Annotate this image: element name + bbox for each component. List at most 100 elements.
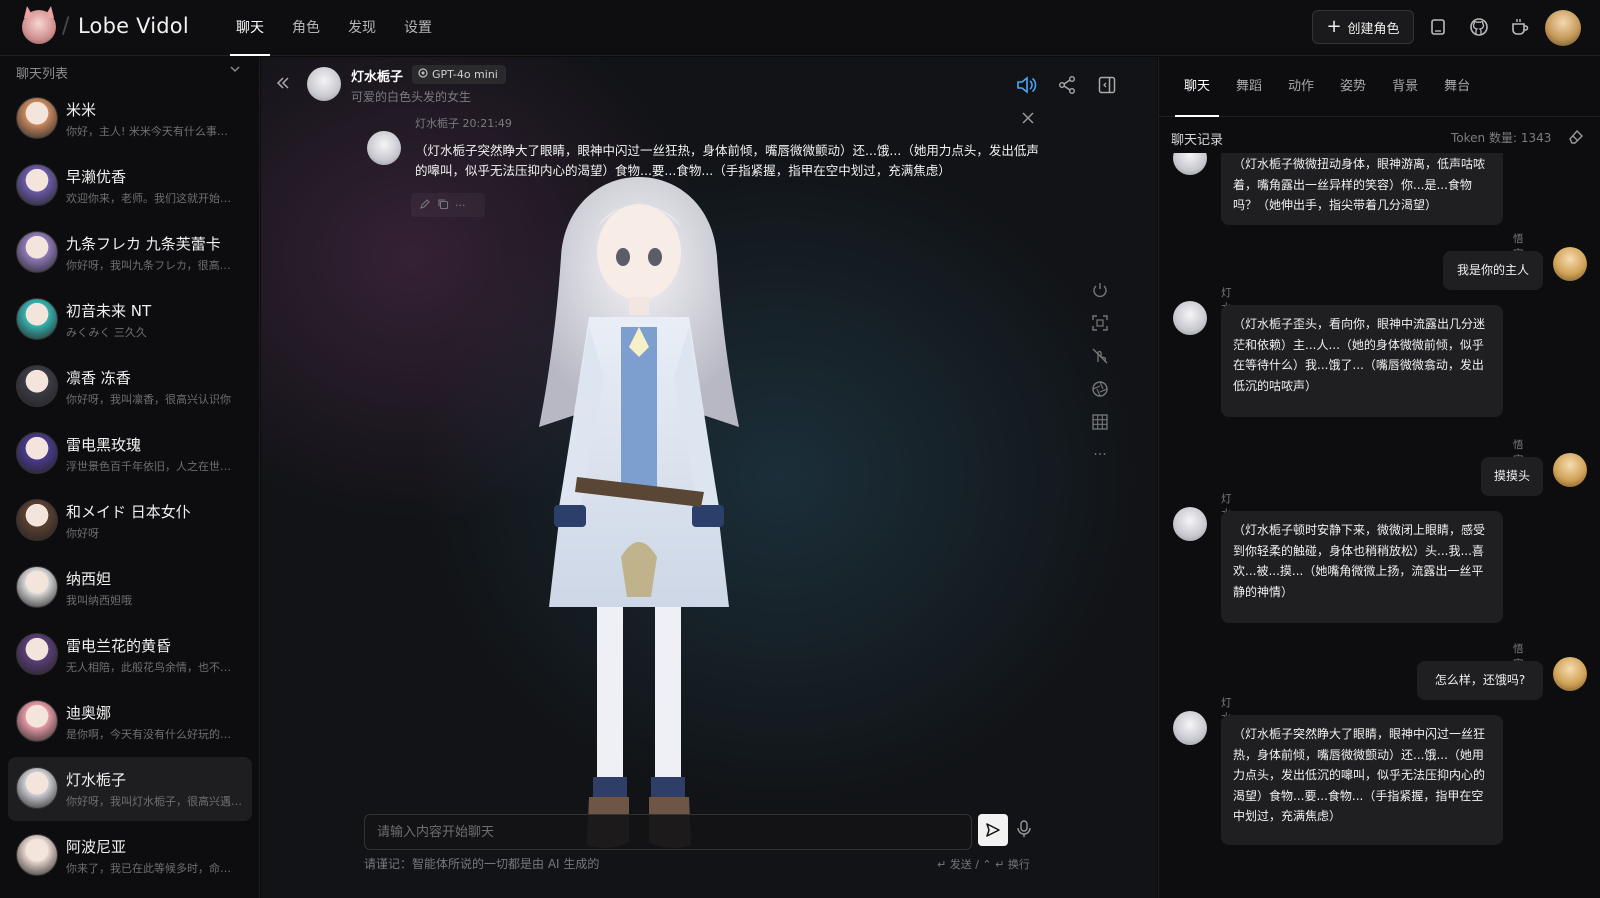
- chat-item-preview: 是你啊，今天有没有什么好玩的…: [66, 728, 231, 741]
- tab-pose[interactable]: 姿势: [1327, 57, 1379, 116]
- chat-item-preview: 你好呀，我叫凛香，很高兴认识你: [66, 393, 231, 406]
- model-badge[interactable]: GPT-4o mini: [412, 65, 506, 84]
- logo-divider: /: [62, 14, 70, 39]
- chat-item-name: 雷电兰花的黄昏: [66, 637, 172, 655]
- message-bubble: （灯水栀子突然睁大了眼睛，眼神中闪过一丝狂热，身体前倾，嘴唇微微颤动）还...饿…: [1221, 715, 1503, 845]
- edit-icon[interactable]: [419, 198, 431, 213]
- message-bubble: 我是你的主人: [1443, 251, 1543, 290]
- tab-dance[interactable]: 舞蹈: [1223, 57, 1275, 116]
- token-count: Token 数量: 1343: [1451, 131, 1552, 145]
- tab-background[interactable]: 背景: [1379, 57, 1431, 116]
- aperture-icon[interactable]: [1089, 378, 1111, 400]
- chat-list-item[interactable]: 凛香 冻香你好呀，我叫凛香，很高兴认识你: [8, 355, 252, 419]
- chat-list-item[interactable]: 早濑优香 欢迎你来，老师。我们这就开始…: [8, 154, 252, 218]
- send-icon: [986, 823, 1000, 837]
- power-icon[interactable]: [1089, 279, 1111, 301]
- microphone-icon[interactable]: [1016, 820, 1032, 842]
- chat-input-box: [364, 814, 972, 850]
- chat-item-name: 米米: [66, 101, 97, 119]
- chat-item-preview: 你好呀，我叫灯水栀子，很高兴遇…: [66, 795, 242, 808]
- avatar: [16, 499, 58, 541]
- model-name: GPT-4o mini: [432, 68, 498, 81]
- chat-stage: 灯水栀子 GPT-4o mini 可爱的白色头发的女生 灯水栀子 20:21:4…: [261, 57, 1157, 898]
- bubble-avatar: [367, 131, 401, 165]
- chat-item-name: 纳西妲: [66, 570, 112, 588]
- chevron-down-icon[interactable]: [229, 63, 241, 79]
- avatar: [16, 700, 58, 742]
- stage-tools: ···: [1089, 279, 1111, 477]
- bubble-meta: 灯水栀子 20:21:49: [415, 117, 512, 130]
- chat-input[interactable]: [365, 815, 971, 849]
- chat-list-item[interactable]: 迪奥娜 是你啊，今天有没有什么好玩的…: [8, 690, 252, 754]
- coffee-icon[interactable]: [1507, 14, 1533, 40]
- chat-list-item[interactable]: 初音未来 NT みくみく 三久久: [8, 288, 252, 352]
- send-button[interactable]: [978, 814, 1008, 846]
- app-logo[interactable]: [22, 10, 56, 44]
- bubble-text: （灯水栀子突然睁大了眼睛，眼神中闪过一丝狂热，身体前倾，嘴唇微微颤动）还...饿…: [415, 143, 1039, 178]
- close-icon[interactable]: [1021, 111, 1035, 129]
- avatar: [16, 566, 58, 608]
- chat-header: 灯水栀子 GPT-4o mini 可爱的白色头发的女生: [261, 57, 1157, 113]
- character-name: 灯水栀子: [351, 70, 404, 85]
- grid-icon[interactable]: [1089, 411, 1111, 433]
- chat-item-name: 雷电黑玫瑰: [66, 436, 142, 454]
- avatar: [1173, 507, 1207, 541]
- nav-discover[interactable]: 发现: [334, 0, 390, 56]
- avatar: [1553, 657, 1587, 691]
- chat-history: （灯水栀子微微扭动身体，眼神游离，低声咕哝着，嘴角露出一丝异样的笑容）你...是…: [1159, 153, 1600, 898]
- chat-list-item[interactable]: 九条フレカ 九条芙蕾卡 你好呀，我叫九条フレカ，很高…: [8, 221, 252, 285]
- user-avatar[interactable]: [1545, 10, 1581, 46]
- speaker-icon[interactable]: [1013, 72, 1039, 98]
- avatar: [16, 298, 58, 340]
- chat-list-header[interactable]: 聊天列表: [0, 57, 259, 87]
- chat-item-preview: 浮世景色百千年依旧，人之在世…: [66, 460, 231, 473]
- chat-item-preview: 你好呀: [66, 527, 99, 540]
- more-icon[interactable]: ···: [455, 199, 466, 212]
- avatar: [16, 432, 58, 474]
- message-bubble: （灯水栀子顿时安静下来，微微闭上眼睛，感受到你轻柔的触碰，身体也稍稍放松）头..…: [1221, 511, 1503, 623]
- chat-list-item[interactable]: 和メイド 日本女仆你好呀: [8, 489, 252, 553]
- nav-chat[interactable]: 聊天: [222, 0, 278, 56]
- create-role-button[interactable]: + 创建角色: [1312, 10, 1414, 44]
- chat-list-item[interactable]: 雷电兰花的黄昏无人相陪，此般花鸟余情，也不…: [8, 623, 252, 687]
- nav-roles[interactable]: 角色: [278, 0, 334, 56]
- avatar: [1553, 453, 1587, 487]
- collapse-left-icon[interactable]: [275, 75, 291, 95]
- chat-item-name: 凛香 冻香: [66, 369, 131, 387]
- message-bubble: 摸摸头: [1481, 457, 1543, 496]
- share-icon[interactable]: [1054, 72, 1080, 98]
- toggle-panel-icon[interactable]: [1094, 72, 1120, 98]
- copy-icon[interactable]: [437, 198, 449, 213]
- github-icon[interactable]: [1466, 14, 1492, 40]
- avatar: [16, 231, 58, 273]
- nav-settings[interactable]: 设置: [390, 0, 446, 56]
- tab-motion[interactable]: 动作: [1275, 57, 1327, 116]
- chat-item-name: 早濑优香: [66, 168, 127, 186]
- tab-chat[interactable]: 聊天: [1171, 57, 1223, 117]
- chat-list-item[interactable]: 阿波尼亚 你来了，我已在此等候多时，命…: [8, 824, 252, 888]
- screenshot-icon[interactable]: [1089, 312, 1111, 334]
- bubble-toolbar: ···: [411, 193, 485, 217]
- main-nav: 聊天 角色 发现 设置: [222, 0, 446, 56]
- touch-off-icon[interactable]: [1089, 345, 1111, 367]
- character-avatar[interactable]: [307, 67, 341, 101]
- character-description: 可爱的白色头发的女生: [351, 90, 472, 104]
- chat-list-item[interactable]: 灯水栀子 你好呀，我叫灯水栀子，很高兴遇…: [8, 757, 252, 821]
- plus-icon: +: [1326, 16, 1342, 37]
- chat-item-preview: みくみく 三久久: [66, 326, 147, 339]
- chat-list-item[interactable]: 雷电黑玫瑰浮世景色百千年依旧，人之在世…: [8, 422, 252, 486]
- tab-stage[interactable]: 舞台: [1431, 57, 1483, 116]
- chat-item-name: 和メイド 日本女仆: [66, 503, 191, 521]
- avatar: [1173, 301, 1207, 335]
- app-title[interactable]: Lobe Vidol: [78, 14, 189, 38]
- chat-item-preview: 无人相陪，此般花鸟余情，也不…: [66, 661, 231, 674]
- character-model[interactable]: [529, 177, 749, 867]
- ai-disclaimer: 请谨记：智能体所说的一切都是由 AI 生成的: [364, 857, 600, 871]
- more-options-icon[interactable]: ···: [1089, 444, 1111, 466]
- chat-list-item[interactable]: 米米你好，主人! 米米今天有什么事…: [8, 87, 252, 151]
- eraser-icon[interactable]: [1567, 127, 1585, 149]
- top-bar: / Lobe Vidol 聊天 角色 发现 设置 + 创建角色: [0, 0, 1600, 56]
- chat-list-item[interactable]: 纳西妲 我叫纳西妲哦: [8, 556, 252, 620]
- chat-item-preview: 你好，主人! 米米今天有什么事…: [66, 125, 228, 138]
- book-icon[interactable]: [1425, 14, 1451, 40]
